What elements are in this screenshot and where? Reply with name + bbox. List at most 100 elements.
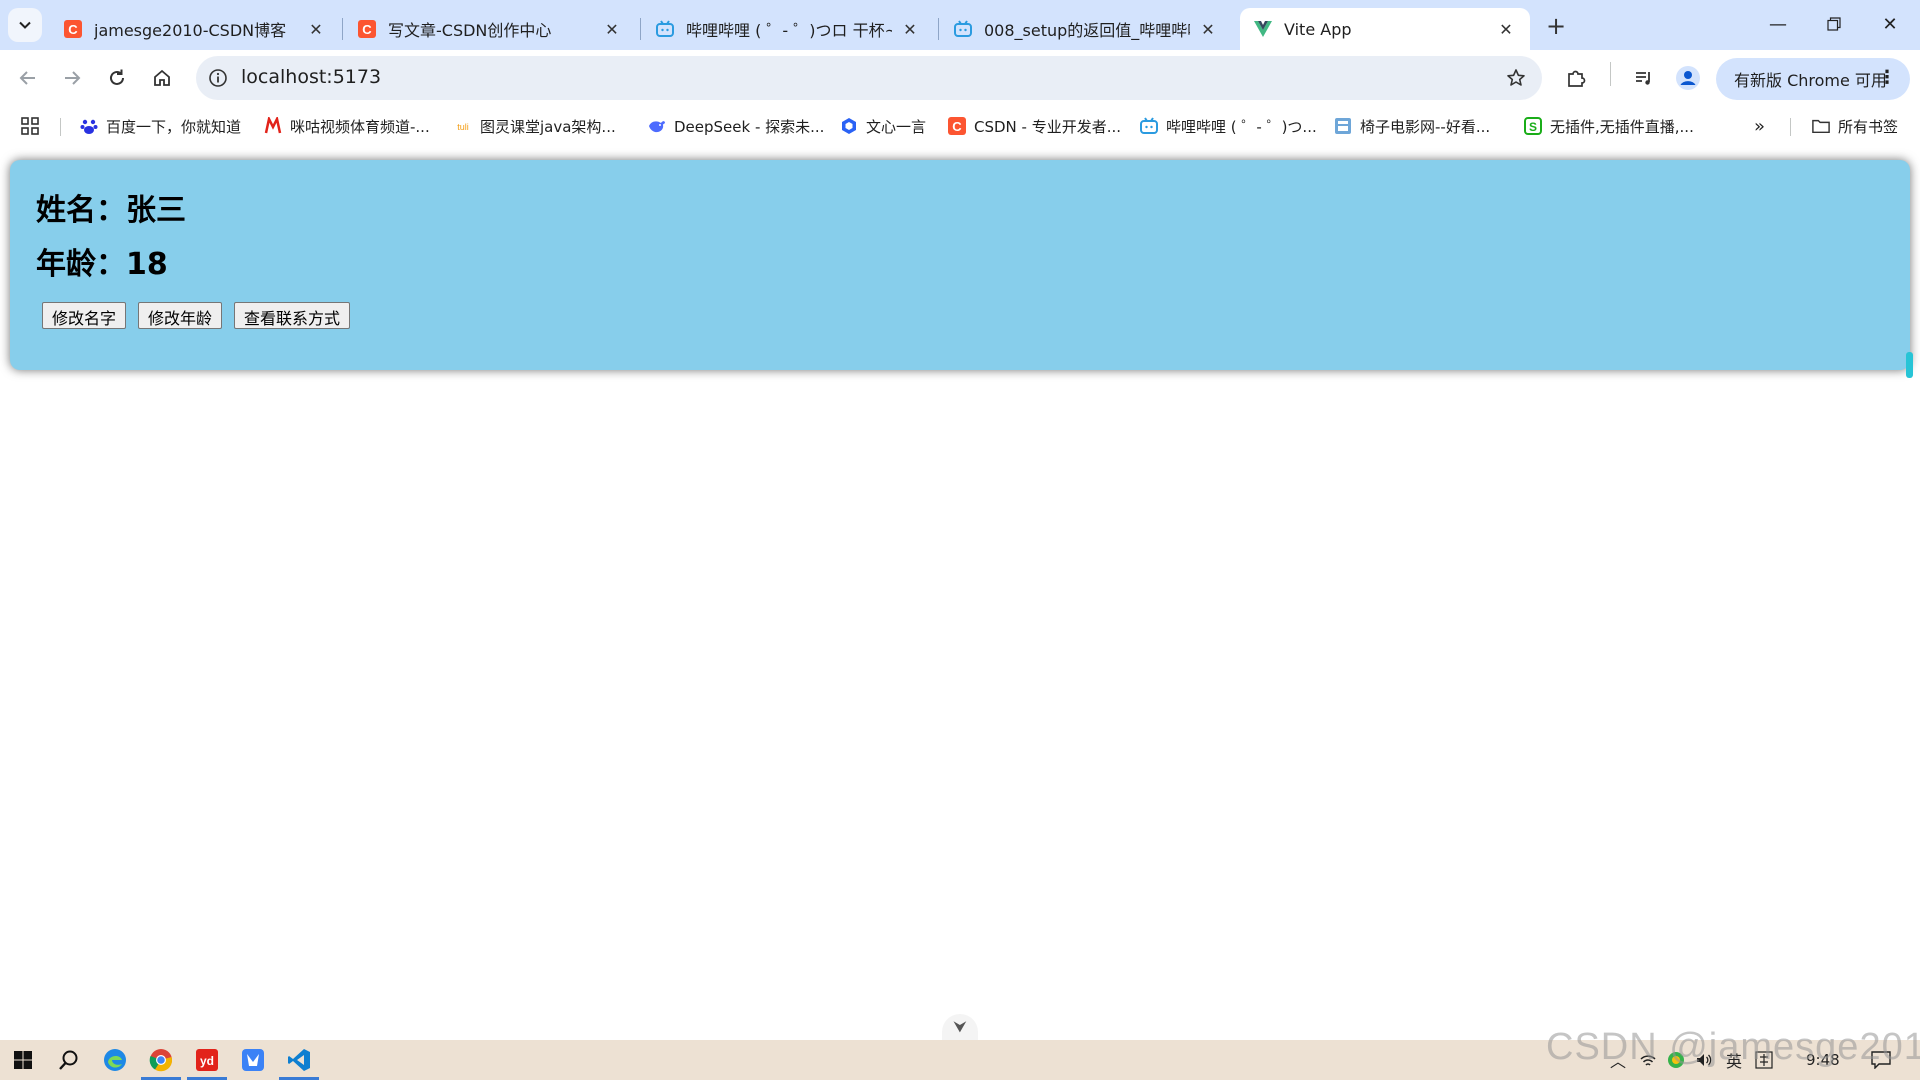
arrow-right-icon	[65, 71, 81, 85]
restore-button[interactable]	[1806, 0, 1862, 48]
taskbar-search-button[interactable]	[46, 1040, 92, 1080]
svg-text:C: C	[68, 22, 78, 37]
tab-csdn-write[interactable]: C 写文章-CSDN创作中心 ✕	[344, 8, 636, 50]
all-bookmarks-button[interactable]: 所有书签	[1812, 114, 1898, 138]
apps-button[interactable]	[20, 114, 40, 138]
search-icon	[59, 1050, 78, 1070]
svg-text:S: S	[1529, 120, 1537, 134]
plus-icon: +	[1545, 12, 1567, 40]
watermark-text: CSDN @jamesge2010	[1546, 1026, 1920, 1068]
chevron-down-icon: ⮟	[953, 1017, 967, 1036]
close-icon[interactable]: ✕	[602, 19, 622, 39]
more-bookmarks-button[interactable]: »	[1754, 114, 1765, 138]
tuling-icon: tuli	[454, 117, 472, 135]
bookmark-movie[interactable]: 椅子电影网--好看...	[1334, 114, 1490, 138]
bookmark-tuling[interactable]: tuli 图灵课堂java架构...	[454, 114, 615, 138]
bookmarks-bar: 百度一下，你就知道 咪咕视频体育频道-... tuli 图灵课堂java架构..…	[0, 106, 1920, 146]
action-buttons: 修改名字 修改年龄 查看联系方式	[42, 302, 1884, 329]
restore-icon	[1827, 17, 1841, 31]
tab-separator	[342, 18, 343, 40]
baidu-icon	[80, 117, 98, 135]
tab-title: 008_setup的返回值_哔哩哔哩_	[984, 21, 1190, 40]
minimize-icon: —	[1769, 13, 1787, 35]
bookmark-migu[interactable]: 咪咕视频体育频道-...	[264, 114, 430, 138]
url-text[interactable]: localhost:5173	[241, 66, 381, 88]
bookmark-label: 椅子电影网--好看...	[1360, 117, 1491, 136]
csdn-icon: C	[948, 117, 966, 135]
address-bar[interactable]: localhost:5173	[196, 56, 1542, 100]
bookmark-label: 哔哩哔哩 ( ゜- ゜)つ...	[1166, 117, 1317, 136]
bookmark-bilibili[interactable]: 哔哩哔哩 ( ゜- ゜)つ...	[1140, 114, 1317, 138]
bookmark-star-icon[interactable]	[1504, 66, 1528, 90]
tab-vite-app[interactable]: Vite App ✕	[1240, 8, 1530, 50]
bookmark-baidu[interactable]: 百度一下，你就知道	[80, 114, 241, 138]
chrome-icon	[149, 1049, 173, 1072]
svg-text:yd: yd	[200, 1054, 214, 1068]
person-card: 姓名：张三 年龄：18 修改名字 修改年龄 查看联系方式	[10, 160, 1910, 370]
bookmark-csdn[interactable]: C CSDN - 专业开发者...	[948, 114, 1121, 138]
lanhu-icon	[242, 1049, 264, 1071]
csdn-icon: C	[64, 20, 82, 38]
minimize-button[interactable]: —	[1750, 0, 1806, 48]
update-label: 有新版 Chrome 可用	[1734, 71, 1887, 90]
deepseek-icon	[648, 117, 666, 135]
bookmark-wenxin[interactable]: 文心一言	[840, 114, 926, 138]
taskbar-youdao[interactable]: yd	[184, 1040, 230, 1080]
taskbar-vscode[interactable]	[276, 1040, 322, 1080]
bilibili-icon	[954, 20, 972, 38]
more-menu-icon[interactable]: ⋮	[1878, 67, 1896, 88]
close-icon[interactable]: ✕	[306, 19, 326, 39]
scroll-down-button[interactable]: ⮟	[942, 1014, 978, 1040]
bookmark-label: 咪咕视频体育频道-...	[290, 117, 430, 136]
taskbar-lanhu[interactable]	[230, 1040, 276, 1080]
media-control-button[interactable]	[1628, 62, 1660, 94]
reload-button[interactable]	[99, 60, 135, 96]
bilibili-icon	[656, 20, 674, 38]
bookmark-label: DeepSeek - 探索未...	[674, 117, 825, 136]
bookmark-live[interactable]: S 无插件,无插件直播,...	[1524, 114, 1694, 138]
migu-icon	[264, 117, 282, 135]
vscode-icon	[288, 1049, 310, 1071]
taskbar-edge[interactable]	[92, 1040, 138, 1080]
all-bookmarks-label: 所有书签	[1838, 117, 1899, 136]
puzzle-icon	[1568, 70, 1586, 87]
wenxin-icon	[840, 117, 858, 135]
view-contact-button[interactable]: 查看联系方式	[234, 302, 351, 329]
bookmarks-separator	[1790, 118, 1791, 136]
bookmarks-separator	[60, 118, 61, 136]
taskbar-chrome[interactable]	[138, 1040, 184, 1080]
tab-search-button[interactable]	[8, 8, 42, 42]
site-info-icon[interactable]	[206, 66, 230, 90]
svg-text:C: C	[362, 22, 372, 37]
new-tab-button[interactable]: +	[1542, 12, 1570, 40]
bookmark-deepseek[interactable]: DeepSeek - 探索未...	[648, 114, 824, 138]
back-button[interactable]	[10, 60, 46, 96]
tab-separator	[938, 18, 939, 40]
toolbar-separator	[1610, 62, 1611, 86]
change-age-button[interactable]: 修改年龄	[138, 302, 223, 329]
chrome-update-button[interactable]: 有新版 Chrome 可用 ⋮	[1716, 58, 1910, 100]
bookmark-label: CSDN - 专业开发者...	[974, 117, 1122, 136]
tab-separator	[640, 18, 641, 40]
arrow-left-icon	[19, 71, 35, 85]
scrollbar-thumb[interactable]	[1906, 352, 1913, 378]
bilibili-icon	[1140, 117, 1158, 135]
profile-button[interactable]	[1672, 62, 1704, 94]
chevron-down-icon	[19, 21, 31, 29]
tab-title: 哔哩哔哩 ( ゜- ゜)つロ 干杯~-bi	[686, 21, 892, 40]
tab-bilibili-video[interactable]: 008_setup的返回值_哔哩哔哩_ ✕	[940, 8, 1232, 50]
close-icon[interactable]: ✕	[900, 19, 920, 39]
close-icon[interactable]: ✕	[1496, 19, 1516, 39]
close-icon: ✕	[1882, 13, 1898, 35]
close-window-button[interactable]: ✕	[1862, 0, 1918, 48]
home-button[interactable]	[144, 60, 180, 96]
forward-button[interactable]	[54, 60, 90, 96]
bookmark-label: 百度一下，你就知道	[106, 117, 242, 136]
tab-csdn-blog[interactable]: C jamesge2010-CSDN博客 ✕	[50, 8, 340, 50]
extensions-button[interactable]	[1560, 62, 1592, 94]
start-button[interactable]	[0, 1040, 46, 1080]
double-chevron-right-icon: »	[1754, 115, 1766, 137]
close-icon[interactable]: ✕	[1198, 19, 1218, 39]
change-name-button[interactable]: 修改名字	[42, 302, 127, 329]
tab-bilibili-home[interactable]: 哔哩哔哩 ( ゜- ゜)つロ 干杯~-bi ✕	[642, 8, 934, 50]
